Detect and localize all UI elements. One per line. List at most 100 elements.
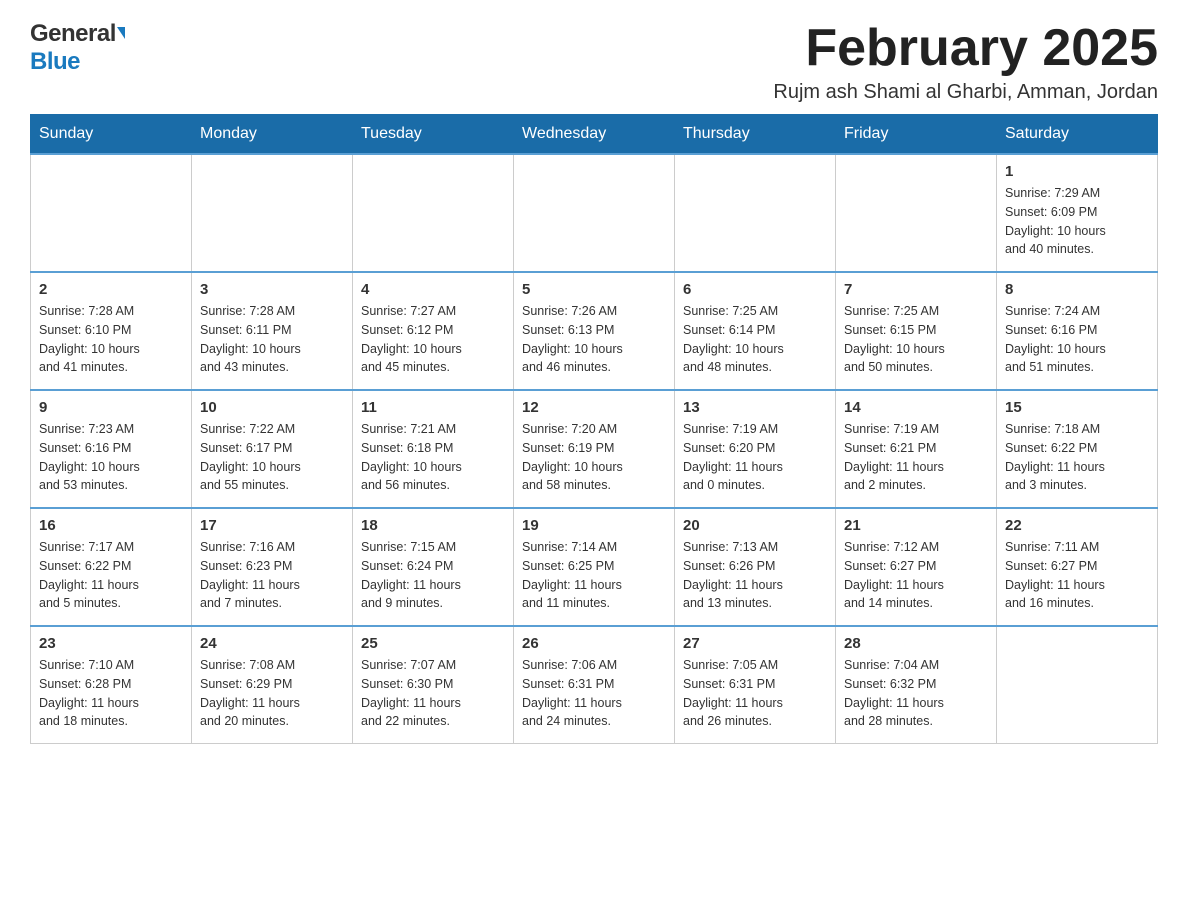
calendar-week-4: 16Sunrise: 7:17 AM Sunset: 6:22 PM Dayli… [31, 508, 1158, 626]
calendar-cell: 14 Sunrise: 7:19 AM Sunset: 6:21 PM Dayli… [836, 390, 997, 508]
day-number: 14 [844, 399, 988, 416]
calendar-cell: 9Sunrise: 7:23 AM Sunset: 6:16 PM Daylig… [31, 390, 192, 508]
logo-blue-text: Blue [30, 48, 80, 75]
calendar-cell: 1Sunrise: 7:29 AM Sunset: 6:09 PM Daylig… [997, 154, 1158, 272]
calendar-cell: 28 Sunrise: 7:04 AM Sunset: 6:32 PM Dayli… [836, 626, 997, 744]
day-info: Sunrise: 7:05 AM Sunset: 6:31 PM Dayligh… [683, 656, 827, 731]
day-number: 17 [200, 517, 344, 534]
day-number: 11 [361, 399, 505, 416]
day-info: Sunrise: 7:07 AM Sunset: 6:30 PM Dayligh… [361, 656, 505, 731]
day-info: Sunrise: 7:15 AM Sunset: 6:24 PM Dayligh… [361, 538, 505, 613]
calendar-body: 1Sunrise: 7:29 AM Sunset: 6:09 PM Daylig… [31, 154, 1158, 744]
calendar-cell: 17Sunrise: 7:16 AM Sunset: 6:23 PM Dayli… [192, 508, 353, 626]
logo: General Blue [30, 20, 125, 76]
day-info: Sunrise: 7:19 AM Sunset: 6:20 PM Dayligh… [683, 420, 827, 495]
calendar-cell: 12 Sunrise: 7:20 AM Sunset: 6:19 PM Dayli… [514, 390, 675, 508]
day-number: 20 [683, 517, 827, 534]
calendar-week-5: 23 Sunrise: 7:10 AM Sunset: 6:28 PM Dayli… [31, 626, 1158, 744]
calendar-cell: 4 Sunrise: 7:27 AM Sunset: 6:12 PM Daylig… [353, 272, 514, 390]
day-info: Sunrise: 7:23 AM Sunset: 6:16 PM Dayligh… [39, 420, 183, 495]
calendar-cell: 22 Sunrise: 7:11 AM Sunset: 6:27 PM Dayli… [997, 508, 1158, 626]
day-info: Sunrise: 7:28 AM Sunset: 6:10 PM Dayligh… [39, 302, 183, 377]
day-info: Sunrise: 7:26 AM Sunset: 6:13 PM Dayligh… [522, 302, 666, 377]
day-number: 13 [683, 399, 827, 416]
calendar-cell: 23 Sunrise: 7:10 AM Sunset: 6:28 PM Dayli… [31, 626, 192, 744]
day-info: Sunrise: 7:27 AM Sunset: 6:12 PM Dayligh… [361, 302, 505, 377]
day-info: Sunrise: 7:14 AM Sunset: 6:25 PM Dayligh… [522, 538, 666, 613]
day-info: Sunrise: 7:08 AM Sunset: 6:29 PM Dayligh… [200, 656, 344, 731]
day-number: 12 [522, 399, 666, 416]
logo-arrow-icon [117, 27, 125, 39]
day-info: Sunrise: 7:12 AM Sunset: 6:27 PM Dayligh… [844, 538, 988, 613]
calendar-cell: 18 Sunrise: 7:15 AM Sunset: 6:24 PM Dayli… [353, 508, 514, 626]
day-number: 22 [1005, 517, 1149, 534]
day-info: Sunrise: 7:18 AM Sunset: 6:22 PM Dayligh… [1005, 420, 1149, 495]
day-number: 6 [683, 281, 827, 298]
day-number: 3 [200, 281, 344, 298]
day-number: 16 [39, 517, 183, 534]
day-info: Sunrise: 7:06 AM Sunset: 6:31 PM Dayligh… [522, 656, 666, 731]
day-info: Sunrise: 7:11 AM Sunset: 6:27 PM Dayligh… [1005, 538, 1149, 613]
calendar-cell: 6 Sunrise: 7:25 AM Sunset: 6:14 PM Daylig… [675, 272, 836, 390]
weekday-header-monday: Monday [192, 115, 353, 155]
calendar-header: SundayMondayTuesdayWednesdayThursdayFrid… [31, 115, 1158, 155]
day-info: Sunrise: 7:22 AM Sunset: 6:17 PM Dayligh… [200, 420, 344, 495]
calendar-cell: 10 Sunrise: 7:22 AM Sunset: 6:17 PM Dayli… [192, 390, 353, 508]
day-info: Sunrise: 7:28 AM Sunset: 6:11 PM Dayligh… [200, 302, 344, 377]
day-number: 10 [200, 399, 344, 416]
title-block: February 2025 Rujm ash Shami al Gharbi, … [773, 20, 1158, 104]
calendar-cell: 5 Sunrise: 7:26 AM Sunset: 6:13 PM Daylig… [514, 272, 675, 390]
day-number: 25 [361, 635, 505, 652]
calendar-week-1: 1Sunrise: 7:29 AM Sunset: 6:09 PM Daylig… [31, 154, 1158, 272]
calendar-cell [997, 626, 1158, 744]
weekday-header-row: SundayMondayTuesdayWednesdayThursdayFrid… [31, 115, 1158, 155]
day-number: 2 [39, 281, 183, 298]
day-number: 4 [361, 281, 505, 298]
day-number: 21 [844, 517, 988, 534]
weekday-header-sunday: Sunday [31, 115, 192, 155]
calendar-cell: 3 Sunrise: 7:28 AM Sunset: 6:11 PM Daylig… [192, 272, 353, 390]
calendar-cell: 27 Sunrise: 7:05 AM Sunset: 6:31 PM Dayli… [675, 626, 836, 744]
day-info: Sunrise: 7:25 AM Sunset: 6:14 PM Dayligh… [683, 302, 827, 377]
calendar-cell: 13 Sunrise: 7:19 AM Sunset: 6:20 PM Dayli… [675, 390, 836, 508]
logo-general-text: General [30, 20, 116, 48]
calendar-cell: 26 Sunrise: 7:06 AM Sunset: 6:31 PM Dayli… [514, 626, 675, 744]
day-info: Sunrise: 7:25 AM Sunset: 6:15 PM Dayligh… [844, 302, 988, 377]
day-number: 28 [844, 635, 988, 652]
calendar-cell [31, 154, 192, 272]
weekday-header-saturday: Saturday [997, 115, 1158, 155]
day-number: 7 [844, 281, 988, 298]
calendar-table: SundayMondayTuesdayWednesdayThursdayFrid… [30, 114, 1158, 744]
day-number: 23 [39, 635, 183, 652]
calendar-cell: 8Sunrise: 7:24 AM Sunset: 6:16 PM Daylig… [997, 272, 1158, 390]
day-number: 26 [522, 635, 666, 652]
calendar-cell: 19 Sunrise: 7:14 AM Sunset: 6:25 PM Dayli… [514, 508, 675, 626]
calendar-cell: 16Sunrise: 7:17 AM Sunset: 6:22 PM Dayli… [31, 508, 192, 626]
calendar-cell: 20Sunrise: 7:13 AM Sunset: 6:26 PM Dayli… [675, 508, 836, 626]
day-number: 5 [522, 281, 666, 298]
weekday-header-thursday: Thursday [675, 115, 836, 155]
calendar-cell [836, 154, 997, 272]
day-number: 24 [200, 635, 344, 652]
day-number: 15 [1005, 399, 1149, 416]
calendar-cell: 25 Sunrise: 7:07 AM Sunset: 6:30 PM Dayli… [353, 626, 514, 744]
calendar-cell [514, 154, 675, 272]
day-info: Sunrise: 7:29 AM Sunset: 6:09 PM Dayligh… [1005, 184, 1149, 259]
calendar-cell: 21 Sunrise: 7:12 AM Sunset: 6:27 PM Dayli… [836, 508, 997, 626]
day-number: 27 [683, 635, 827, 652]
day-info: Sunrise: 7:20 AM Sunset: 6:19 PM Dayligh… [522, 420, 666, 495]
weekday-header-wednesday: Wednesday [514, 115, 675, 155]
location-text: Rujm ash Shami al Gharbi, Amman, Jordan [773, 81, 1158, 104]
day-info: Sunrise: 7:19 AM Sunset: 6:21 PM Dayligh… [844, 420, 988, 495]
calendar-cell: 7 Sunrise: 7:25 AM Sunset: 6:15 PM Daylig… [836, 272, 997, 390]
day-number: 18 [361, 517, 505, 534]
calendar-week-3: 9Sunrise: 7:23 AM Sunset: 6:16 PM Daylig… [31, 390, 1158, 508]
day-info: Sunrise: 7:10 AM Sunset: 6:28 PM Dayligh… [39, 656, 183, 731]
day-info: Sunrise: 7:21 AM Sunset: 6:18 PM Dayligh… [361, 420, 505, 495]
day-number: 19 [522, 517, 666, 534]
calendar-week-2: 2 Sunrise: 7:28 AM Sunset: 6:10 PM Daylig… [31, 272, 1158, 390]
day-info: Sunrise: 7:04 AM Sunset: 6:32 PM Dayligh… [844, 656, 988, 731]
calendar-cell [192, 154, 353, 272]
page-header: General Blue February 2025 Rujm ash Sham… [30, 20, 1158, 104]
month-title: February 2025 [773, 20, 1158, 77]
